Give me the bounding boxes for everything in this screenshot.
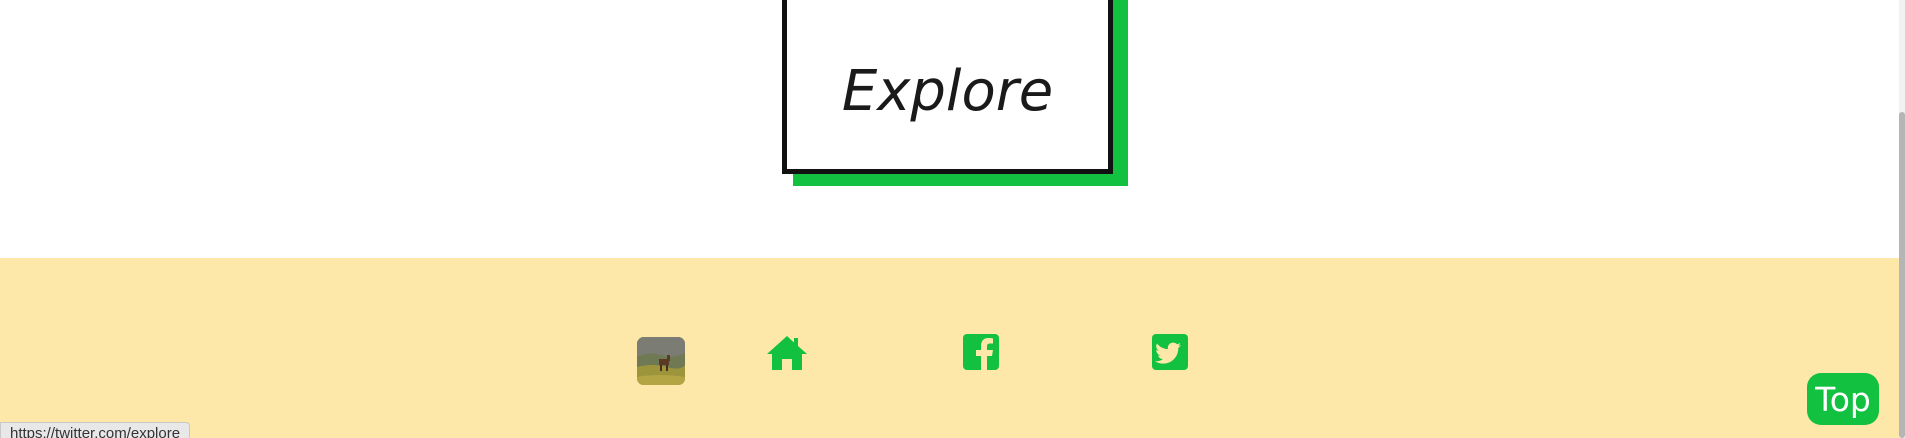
twitter-icon[interactable] <box>1152 334 1188 370</box>
horse-landscape-icon <box>637 337 685 385</box>
footer-avatar-image[interactable] <box>637 337 685 385</box>
link-status-bar: https://twitter.com/explore <box>0 422 191 438</box>
back-to-top-button[interactable]: Top <box>1807 373 1879 425</box>
hero-section: Explore <box>0 0 1900 258</box>
facebook-icon[interactable] <box>963 334 999 370</box>
scrollbar-thumb[interactable] <box>1899 112 1905 438</box>
home-icon[interactable] <box>765 334 809 372</box>
footer <box>0 258 1900 438</box>
page: Explore Top https://twitter.com/explore <box>0 0 1905 438</box>
explore-button[interactable]: Explore <box>782 0 1113 174</box>
